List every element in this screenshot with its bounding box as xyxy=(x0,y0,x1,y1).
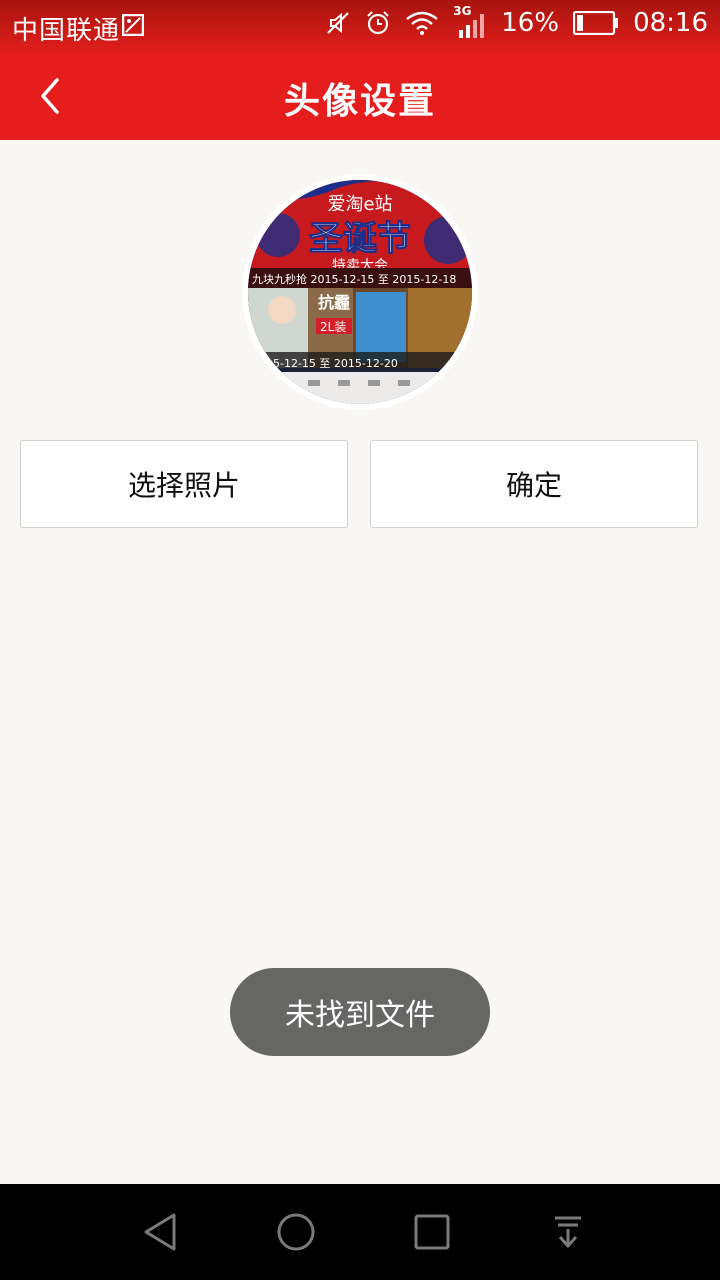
avatar-text-1: 爱淘e站 xyxy=(327,194,392,215)
avatar-picture: 爱淘e站 圣诞节 特卖大会 九块九秒抢 2015-12-15 至 2015-12… xyxy=(248,180,472,404)
avatar-text-4: 九块九秒抢 2015-12-15 至 2015-12-18 xyxy=(252,272,456,286)
home-circle-icon xyxy=(277,1213,315,1251)
clock: 08:16 xyxy=(633,8,708,38)
back-triangle-icon xyxy=(144,1213,176,1251)
nav-notification-button[interactable] xyxy=(544,1208,592,1256)
avatar-text-6: 2L装 xyxy=(320,320,346,334)
choose-photo-button[interactable]: 选择照片 xyxy=(20,440,348,528)
avatar-frame: 爱淘e站 圣诞节 特卖大会 九块九秒抢 2015-12-15 至 2015-12… xyxy=(242,174,478,410)
avatar-text-7: 2015-12-15 至 2015-12-20 xyxy=(252,357,398,370)
battery-percent: 16% xyxy=(501,8,560,38)
toast-message: 未找到文件 xyxy=(230,968,490,1056)
notification-pull-icon xyxy=(555,1216,581,1248)
title-bar: 头像设置 xyxy=(0,52,720,140)
navigation-bar xyxy=(0,1184,720,1280)
page-title: 头像设置 xyxy=(283,81,436,122)
avatar-text-2: 圣诞节 xyxy=(309,219,411,259)
wifi-icon xyxy=(406,11,439,35)
nav-back-button[interactable] xyxy=(136,1208,184,1256)
image-icon xyxy=(122,14,144,36)
nav-home-button[interactable] xyxy=(272,1208,320,1256)
avatar-image[interactable]: 爱淘e站 圣诞节 特卖大会 九块九秒抢 2015-12-15 至 2015-12… xyxy=(248,180,472,404)
alarm-icon xyxy=(367,11,389,35)
status-bar: 中国联通 3G 16% 08:16 xyxy=(0,0,720,52)
status-icons: 3G 16% 08:16 xyxy=(325,4,708,38)
carrier-name: 中国联通 xyxy=(12,16,121,46)
recents-square-icon xyxy=(414,1214,450,1250)
battery-icon xyxy=(573,11,619,35)
nav-recents-button[interactable] xyxy=(408,1208,456,1256)
signal-icon: 3G xyxy=(453,4,487,38)
mute-icon xyxy=(327,12,350,34)
avatar-text-5: 抗霾 xyxy=(318,293,350,312)
confirm-button[interactable]: 确定 xyxy=(370,440,698,528)
